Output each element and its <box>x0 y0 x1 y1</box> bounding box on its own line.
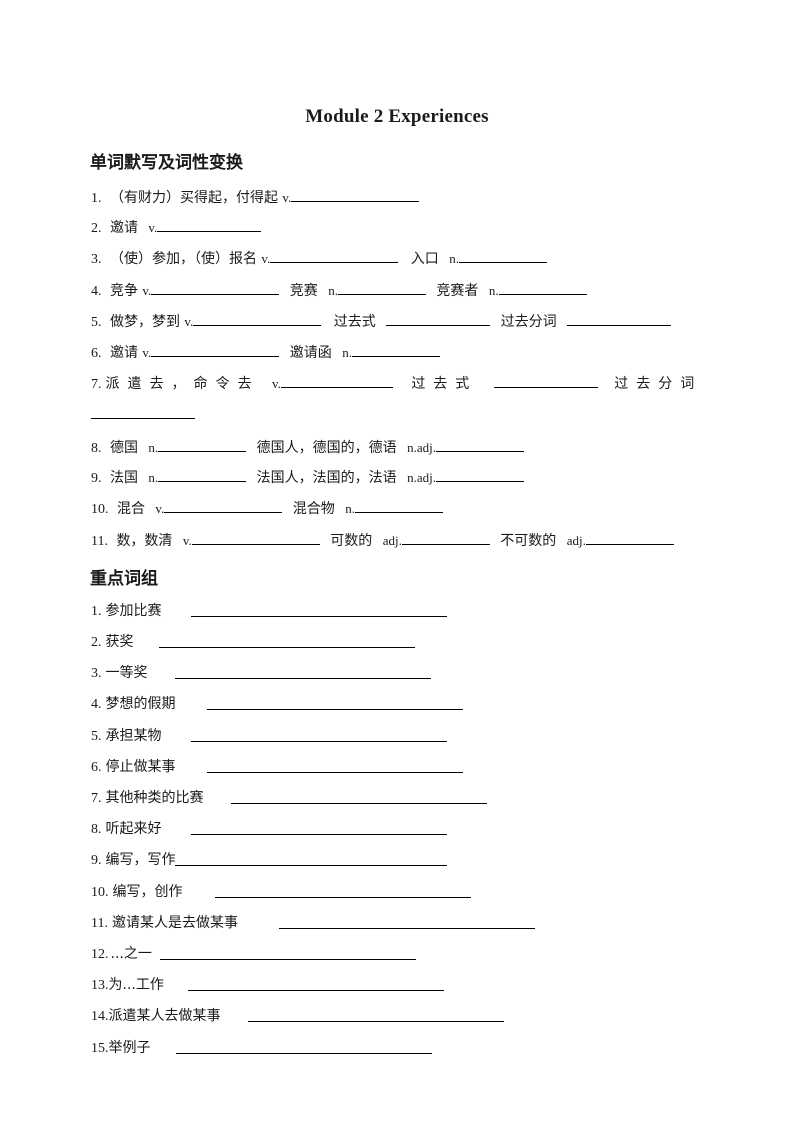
answer-blank[interactable] <box>159 632 415 648</box>
phrase-item: 15.举例子 <box>91 1038 432 1058</box>
vocab-item: 5. 做梦，梦到 v. 过去式 过去分词 <box>91 310 672 330</box>
answer-blank[interactable] <box>175 663 431 679</box>
answer-blank[interactable] <box>493 372 598 388</box>
phrase-item: 7. 其他种类的比赛 <box>91 788 487 808</box>
answer-blank[interactable] <box>158 436 247 452</box>
answer-blank[interactable] <box>337 279 426 295</box>
answer-blank[interactable] <box>435 436 524 452</box>
phrase-item: 4. 梦想的假期 <box>91 694 463 714</box>
phrase-item: 8. 听起来好 <box>91 819 447 839</box>
phrase-item: 13.为...工作 <box>91 975 444 995</box>
phrase-item: 9. 编写，写作 <box>91 850 447 870</box>
answer-blank[interactable] <box>176 1038 432 1054</box>
vocab-item: 4. 竞争 v. 竞赛 n. 竞赛者 n. <box>91 279 587 299</box>
answer-blank[interactable] <box>386 310 491 326</box>
answer-blank[interactable] <box>401 529 490 545</box>
answer-blank[interactable] <box>158 466 247 482</box>
answer-blank[interactable] <box>354 497 443 513</box>
vocab-item: 1. （有财力）买得起，付得起 v. <box>91 186 420 206</box>
answer-blank[interactable] <box>270 247 399 263</box>
answer-blank[interactable] <box>248 1006 504 1022</box>
answer-blank[interactable] <box>215 882 471 898</box>
vocab-item: 6. 邀请 v. 邀请函 n. <box>91 341 440 361</box>
vocab-item-continuation <box>91 403 195 423</box>
section-heading-vocabulary: 单词默写及词性变换 <box>90 153 243 173</box>
answer-blank[interactable] <box>151 341 280 357</box>
answer-blank[interactable] <box>458 247 547 263</box>
answer-blank[interactable] <box>191 819 447 835</box>
answer-blank[interactable] <box>157 216 262 232</box>
answer-blank[interactable] <box>498 279 587 295</box>
answer-blank[interactable] <box>567 310 672 326</box>
phrase-item: 5. 承担某物 <box>91 726 447 746</box>
vocab-item: 9. 法国 n. 法国人，法国的，法语 n.adj. <box>91 466 524 486</box>
answer-blank[interactable] <box>279 913 535 929</box>
answer-blank[interactable] <box>191 726 447 742</box>
section-heading-phrases: 重点词组 <box>90 569 158 589</box>
answer-blank[interactable] <box>175 850 447 866</box>
answer-blank[interactable] <box>435 466 524 482</box>
answer-blank[interactable] <box>585 529 674 545</box>
phrase-item: 14.派遣某人去做某事 <box>91 1006 504 1026</box>
answer-blank[interactable] <box>160 944 416 960</box>
answer-blank[interactable] <box>193 310 322 326</box>
answer-blank[interactable] <box>164 497 283 513</box>
phrase-item: 3. 一等奖 <box>91 663 431 683</box>
answer-blank[interactable] <box>191 601 447 617</box>
phrase-item: 11. 邀请某人是去做某事 <box>91 913 535 933</box>
phrase-item: 2. 获奖 <box>91 632 415 652</box>
phrase-item: 10. 编写，创作 <box>91 882 471 902</box>
vocab-item: 7. 派遣去，命令去 v. 过去式 过去分词 <box>91 372 702 392</box>
answer-blank[interactable] <box>188 975 444 991</box>
phrase-item: 1. 参加比赛 <box>91 601 447 621</box>
answer-blank[interactable] <box>231 788 487 804</box>
answer-blank[interactable] <box>351 341 440 357</box>
answer-blank[interactable] <box>280 372 393 388</box>
vocab-item: 10. 混合 v. 混合物 n. <box>91 497 443 517</box>
vocab-item: 11. 数，数清 v. 可数的 adj. 不可数的 adj. <box>91 529 674 549</box>
phrase-item: 12. ...之一 <box>91 944 416 964</box>
answer-blank[interactable] <box>191 529 320 545</box>
vocab-item: 8. 德国 n. 德国人，德国的，德语 n.adj. <box>91 436 524 456</box>
vocab-item: 2. 邀请 v. <box>91 216 262 236</box>
vocab-item: 3. （使）参加，（使）报名 v. 入口 n. <box>91 247 547 267</box>
answer-blank[interactable] <box>291 186 420 202</box>
answer-blank[interactable] <box>207 757 463 773</box>
answer-blank[interactable] <box>91 403 195 419</box>
phrase-item: 6. 停止做某事 <box>91 757 463 777</box>
answer-blank[interactable] <box>207 694 463 710</box>
document-title: Module 2 Experiences <box>305 106 489 127</box>
answer-blank[interactable] <box>151 279 280 295</box>
